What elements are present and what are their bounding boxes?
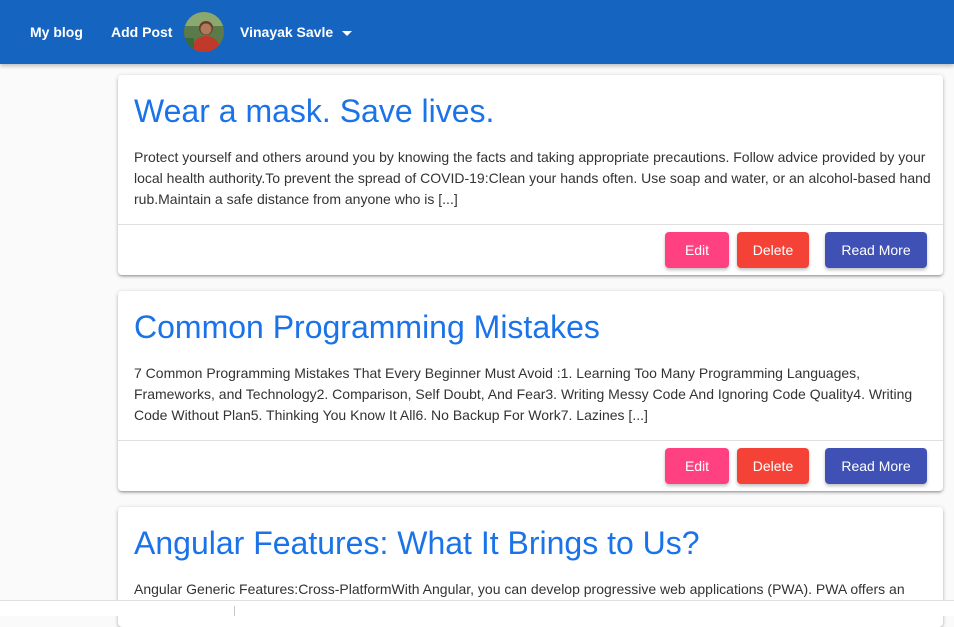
delete-button[interactable]: Delete (737, 232, 809, 268)
edit-button[interactable]: Edit (665, 448, 729, 484)
read-more-button[interactable]: Read More (825, 232, 927, 268)
delete-button[interactable]: Delete (737, 448, 809, 484)
top-navbar: My blog Add Post Vinayak Savle (0, 0, 954, 64)
post-card: Common Programming Mistakes 7 Common Pro… (118, 291, 943, 491)
read-more-button[interactable]: Read More (825, 448, 927, 484)
post-excerpt: 7 Common Programming Mistakes That Every… (134, 365, 913, 423)
post-title[interactable]: Angular Features: What It Brings to Us? (134, 525, 700, 562)
post-title[interactable]: Wear a mask. Save lives. (134, 93, 494, 130)
nav-brand-my-blog[interactable]: My blog (30, 24, 83, 40)
post-excerpt: Protect yourself and others around you b… (134, 149, 931, 207)
user-name: Vinayak Savle (240, 24, 334, 40)
post-card: Wear a mask. Save lives. Protect yoursel… (118, 75, 943, 275)
scrollbar-separator (234, 606, 235, 616)
card-divider (118, 224, 943, 225)
post-title[interactable]: Common Programming Mistakes (134, 309, 600, 346)
edit-button[interactable]: Edit (665, 232, 729, 268)
user-avatar[interactable] (184, 12, 224, 52)
chevron-down-icon (342, 30, 353, 36)
card-divider (118, 440, 943, 441)
user-menu[interactable]: Vinayak Savle (240, 24, 353, 40)
post-excerpt: Angular Generic Features:Cross-PlatformW… (134, 581, 905, 597)
horizontal-scrollbar[interactable] (0, 600, 954, 616)
nav-add-post[interactable]: Add Post (111, 24, 172, 40)
